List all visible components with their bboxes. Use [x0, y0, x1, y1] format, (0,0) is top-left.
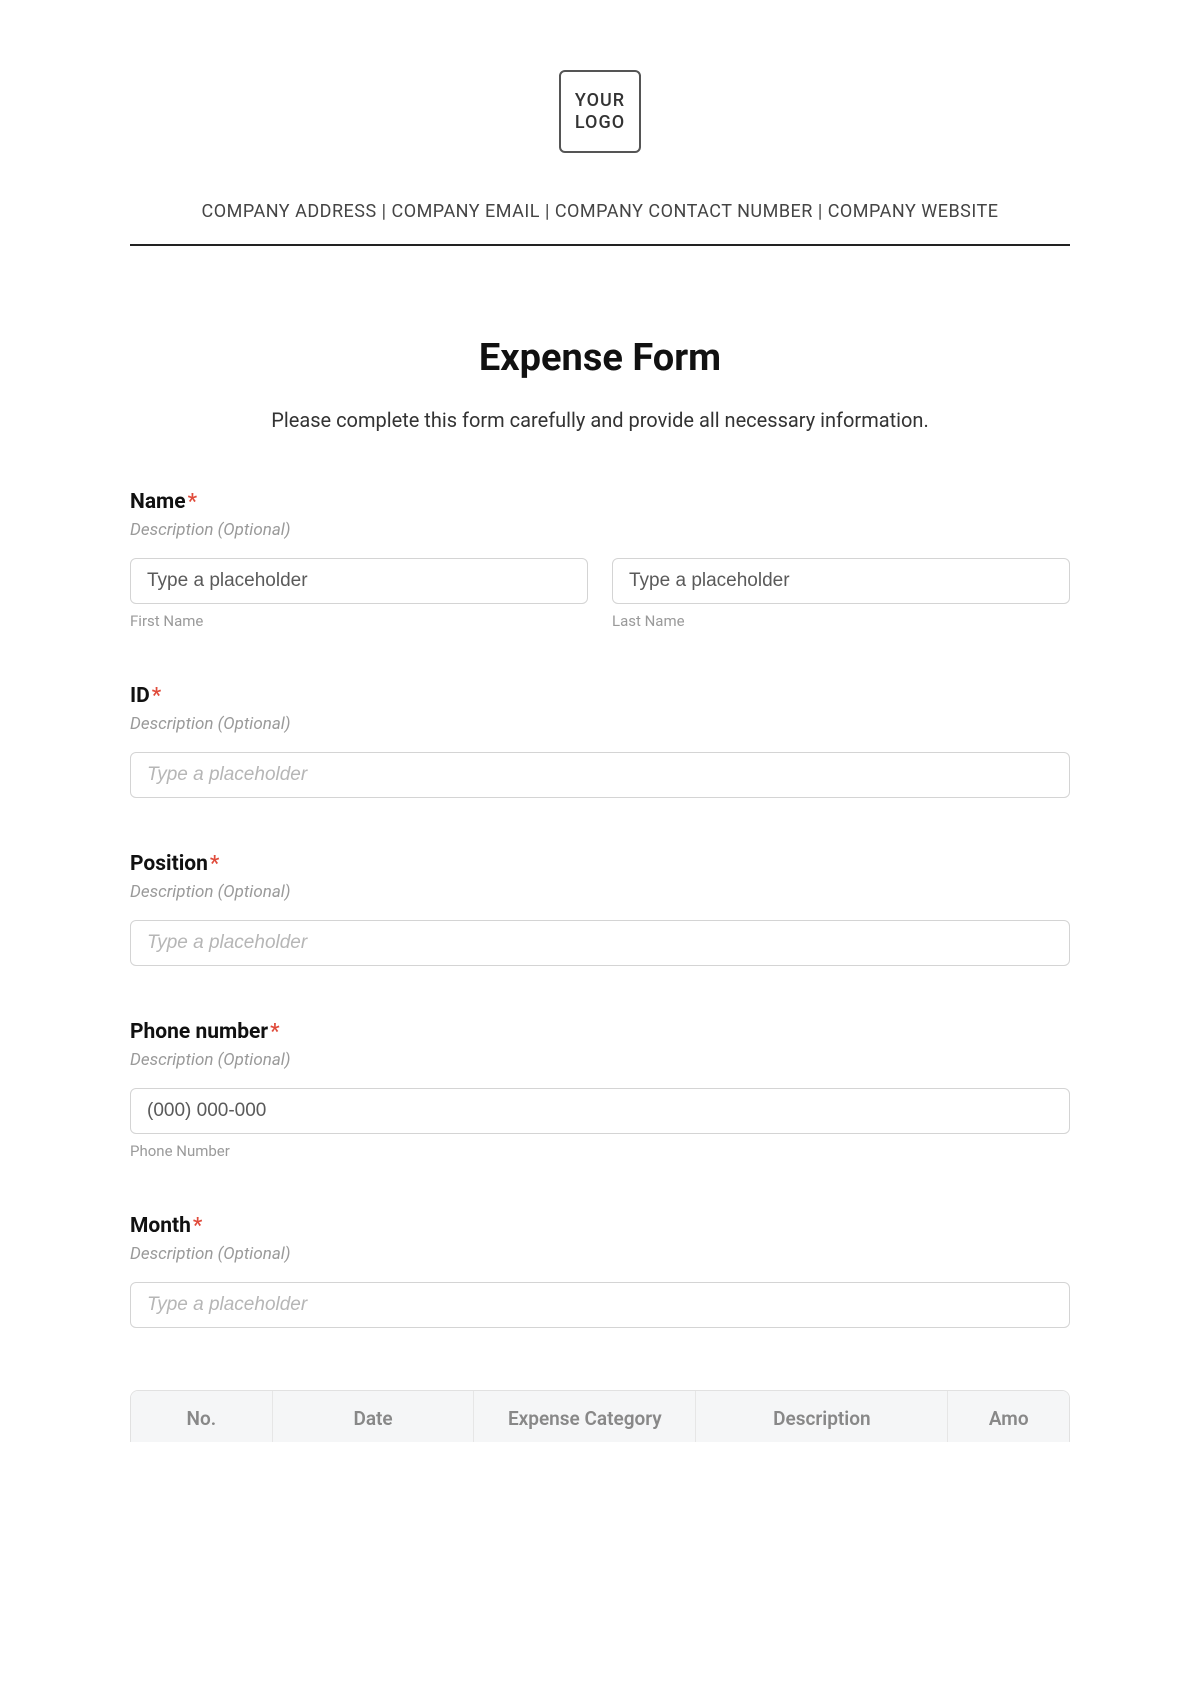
first-name-sublabel: First Name — [130, 612, 588, 630]
phone-label: Phone number* — [130, 1020, 1070, 1044]
month-label: Month* — [130, 1214, 1070, 1238]
name-description: Description (Optional) — [130, 520, 1070, 540]
company-address: COMPANY ADDRESS — [202, 201, 377, 222]
company-contact: COMPANY CONTACT NUMBER — [555, 201, 813, 222]
month-description: Description (Optional) — [130, 1244, 1070, 1264]
required-marker: * — [193, 1214, 202, 1238]
company-info-line: COMPANY ADDRESS | COMPANY EMAIL | COMPAN… — [130, 201, 1070, 222]
field-id: ID* Description (Optional) — [130, 684, 1070, 798]
logo-text-line2: LOGO — [575, 112, 625, 134]
position-description: Description (Optional) — [130, 882, 1070, 902]
phone-sublabel: Phone Number — [130, 1142, 1070, 1160]
phone-description: Description (Optional) — [130, 1050, 1070, 1070]
field-phone: Phone number* Description (Optional) Pho… — [130, 1020, 1070, 1160]
page-subtitle: Please complete this form carefully and … — [130, 408, 1070, 432]
col-header-no: No. — [131, 1391, 272, 1442]
id-label: ID* — [130, 684, 1070, 708]
expense-table-container: No. Date Expense Category Description Am… — [130, 1382, 1070, 1442]
position-label: Position* — [130, 852, 1070, 876]
logo-text-line1: YOUR — [575, 90, 625, 112]
required-marker: * — [270, 1020, 279, 1044]
col-header-category: Expense Category — [474, 1391, 696, 1442]
field-name: Name* Description (Optional) First Name … — [130, 490, 1070, 630]
col-header-date: Date — [272, 1391, 474, 1442]
field-position: Position* Description (Optional) — [130, 852, 1070, 966]
required-marker: * — [152, 684, 161, 708]
position-input[interactable] — [130, 920, 1070, 966]
header-divider — [130, 244, 1070, 246]
phone-input[interactable] — [130, 1088, 1070, 1134]
required-marker: * — [188, 490, 197, 514]
required-marker: * — [210, 852, 219, 876]
first-name-input[interactable] — [130, 558, 588, 604]
company-website: COMPANY WEBSITE — [828, 201, 999, 222]
last-name-input[interactable] — [612, 558, 1070, 604]
month-input[interactable] — [130, 1282, 1070, 1328]
expense-table: No. Date Expense Category Description Am… — [131, 1391, 1069, 1442]
field-month: Month* Description (Optional) — [130, 1214, 1070, 1328]
id-description: Description (Optional) — [130, 714, 1070, 734]
logo-placeholder: YOUR LOGO — [559, 70, 641, 153]
col-header-description: Description — [696, 1391, 948, 1442]
last-name-sublabel: Last Name — [612, 612, 1070, 630]
page-title: Expense Form — [130, 336, 1070, 380]
company-email: COMPANY EMAIL — [391, 201, 540, 222]
table-header-row: No. Date Expense Category Description Am… — [131, 1391, 1069, 1442]
logo-container: YOUR LOGO — [130, 70, 1070, 153]
id-input[interactable] — [130, 752, 1070, 798]
col-header-amount: Amo — [948, 1391, 1069, 1442]
name-label: Name* — [130, 490, 1070, 514]
